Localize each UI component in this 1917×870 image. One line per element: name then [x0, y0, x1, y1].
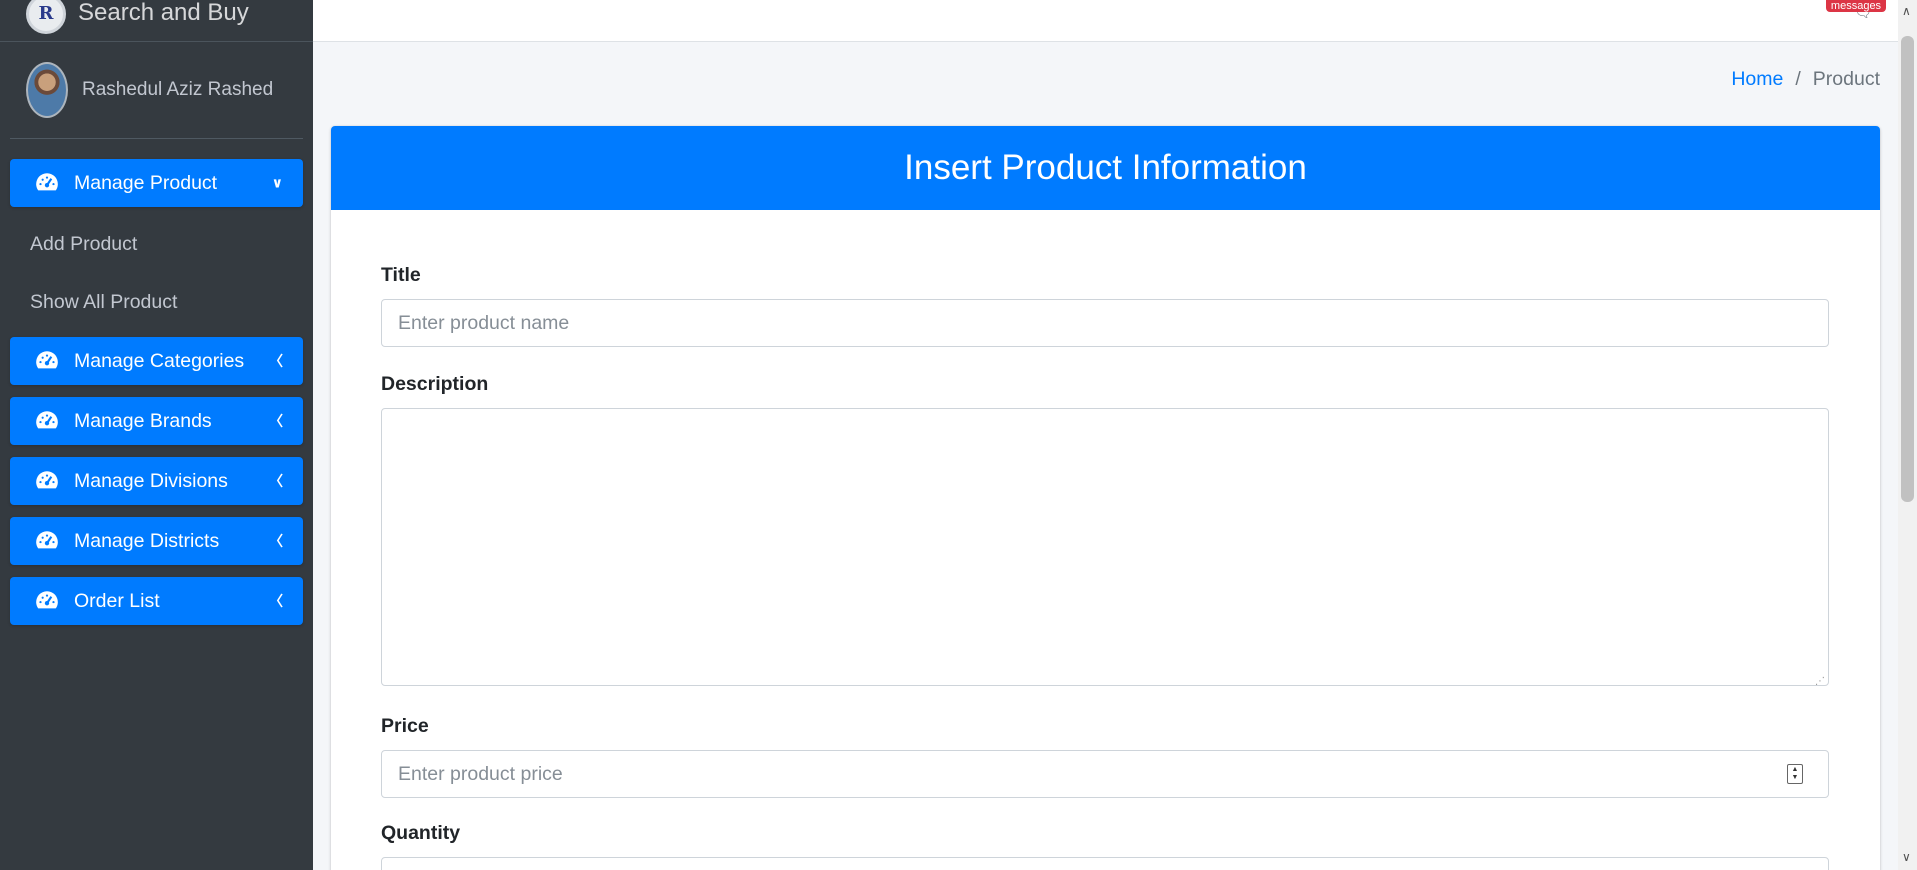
sidebar-item-label: Manage Divisions: [74, 469, 228, 492]
sidebar-item-label: Manage Categories: [74, 349, 245, 372]
chevron-left-icon: 〈: [269, 533, 283, 549]
sidebar-subitem-show-all-product[interactable]: Show All Product: [0, 273, 313, 331]
card-title: Insert Product Information: [904, 148, 1307, 187]
tachometer-icon: [36, 351, 58, 369]
tachometer-icon: [36, 531, 58, 549]
card-header: Insert Product Information: [331, 126, 1880, 210]
resize-grip-icon[interactable]: ⋰: [1815, 677, 1825, 687]
brand-link[interactable]: R Search and Buy: [0, 0, 313, 42]
sidebar-item-label: Manage Product: [74, 171, 218, 194]
quantity-label: Quantity: [381, 822, 461, 844]
quantity-input[interactable]: [381, 857, 1829, 870]
avatar[interactable]: [26, 62, 68, 118]
tachometer-icon: [36, 471, 58, 489]
sidebar-item-manage-categories[interactable]: Manage Categories 〈: [10, 337, 303, 385]
sidebar-submenu-product: Add Product Show All Product: [0, 215, 313, 331]
chevron-left-icon: 〈: [269, 473, 283, 489]
user-name[interactable]: Rashedul Aziz Rashed: [82, 79, 273, 101]
description-label: Description: [381, 373, 489, 395]
product-form: Title Description ⋰ Price ▲▼ Quantity: [331, 264, 1880, 870]
price-label: Price: [381, 715, 429, 737]
user-panel: Rashedul Aziz Rashed: [10, 42, 303, 139]
breadcrumb-separator: /: [1795, 68, 1801, 90]
sidebar-item-label: Manage Brands: [74, 409, 212, 432]
chevron-left-icon: 〈: [269, 413, 283, 429]
scrollbar-thumb[interactable]: [1901, 36, 1914, 502]
description-textarea[interactable]: [381, 408, 1829, 686]
quantity-wrapper: [381, 857, 1829, 870]
tachometer-icon: [36, 411, 58, 429]
scroll-down-icon[interactable]: ∨: [1902, 850, 1911, 864]
page-scrollbar[interactable]: ∧ ∨: [1898, 0, 1917, 870]
description-wrapper: ⋰: [381, 408, 1829, 691]
breadcrumb-current: Product: [1812, 68, 1880, 90]
chevron-left-icon: 〈: [269, 593, 283, 609]
tachometer-icon: [36, 173, 58, 191]
brand-title: Search and Buy: [78, 0, 249, 26]
sidebar: R Search and Buy Rashedul Aziz Rashed Ma…: [0, 0, 313, 870]
title-input[interactable]: [381, 299, 1829, 347]
price-input[interactable]: [381, 750, 1829, 798]
breadcrumb: Home / Product: [1731, 68, 1880, 91]
chevron-down-icon: ∨: [271, 174, 283, 191]
number-spinner-icon[interactable]: ▲ ▼: [1787, 764, 1803, 784]
product-form-card: Insert Product Information Title Descrip…: [331, 126, 1880, 870]
sidebar-item-label: Order List: [74, 589, 160, 612]
sidebar-item-manage-divisions[interactable]: Manage Divisions 〈: [10, 457, 303, 505]
sidebar-item-manage-brands[interactable]: Manage Brands 〈: [10, 397, 303, 445]
sidebar-item-manage-product[interactable]: Manage Product ∨: [10, 159, 303, 207]
scroll-up-icon[interactable]: ∧: [1902, 4, 1911, 18]
sidebar-nav: Manage Product ∨ Add Product Show All Pr…: [0, 159, 313, 625]
breadcrumb-home-link[interactable]: Home: [1731, 68, 1783, 91]
title-label: Title: [381, 264, 421, 286]
messages-badge[interactable]: messages: [1826, 0, 1886, 12]
tachometer-icon: [36, 591, 58, 609]
sidebar-item-manage-districts[interactable]: Manage Districts 〈: [10, 517, 303, 565]
chevron-left-icon: 〈: [269, 353, 283, 369]
sidebar-item-order-list[interactable]: Order List 〈: [10, 577, 303, 625]
sidebar-item-label: Manage Districts: [74, 529, 220, 552]
sidebar-subitem-add-product[interactable]: Add Product: [0, 215, 313, 273]
top-navbar: 🗨 messages: [313, 0, 1898, 42]
brand-logo: R: [26, 0, 66, 34]
price-wrapper: ▲▼: [381, 750, 1829, 798]
